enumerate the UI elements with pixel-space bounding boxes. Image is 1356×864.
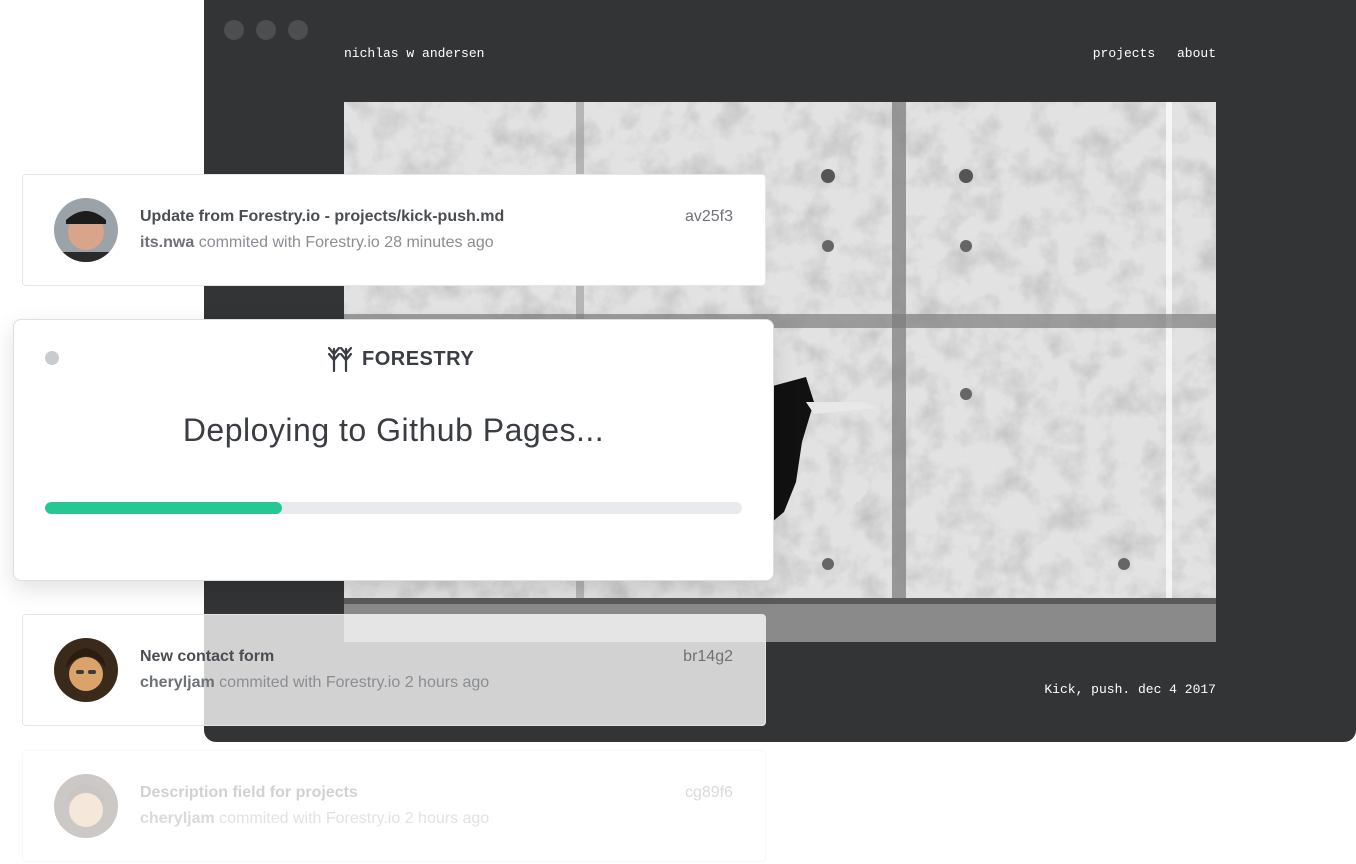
nav-link-about[interactable]: about bbox=[1177, 46, 1216, 61]
deploy-progress-bar bbox=[45, 502, 742, 514]
commit-detail: commited with Forestry.io 2 hours ago bbox=[219, 810, 490, 827]
commit-meta: its.nwa commited with Forestry.io 28 min… bbox=[140, 234, 494, 252]
commit-title: New contact form bbox=[140, 648, 275, 665]
logo-text: FORESTRY bbox=[362, 347, 475, 370]
avatar bbox=[54, 198, 118, 262]
avatar bbox=[54, 774, 118, 838]
commit-hash[interactable]: br14g2 bbox=[683, 648, 733, 666]
post-caption: Kick, push. dec 4 2017 bbox=[1044, 682, 1216, 697]
window-close-dot[interactable] bbox=[224, 20, 244, 40]
deploy-status-title: Deploying to Github Pages... bbox=[182, 412, 605, 448]
modal-status-dot bbox=[45, 351, 59, 365]
site-brand[interactable]: nichlas w andersen bbox=[344, 46, 484, 61]
commit-author[interactable]: its.nwa bbox=[140, 234, 194, 251]
commit-card[interactable]: New contact form cheryljam commited with… bbox=[22, 614, 766, 726]
window-minimize-dot[interactable] bbox=[256, 20, 276, 40]
commit-card[interactable]: Update from Forestry.io - projects/kick-… bbox=[22, 174, 766, 286]
commit-author[interactable]: cheryljam bbox=[140, 810, 215, 827]
commit-title: Description field for projects bbox=[140, 784, 358, 801]
deploy-progress-fill bbox=[45, 502, 282, 514]
commit-hash[interactable]: av25f3 bbox=[685, 208, 733, 226]
commit-meta: cheryljam commited with Forestry.io 2 ho… bbox=[140, 810, 489, 828]
commit-card[interactable]: Description field for projects cheryljam… bbox=[22, 750, 766, 862]
commit-hash[interactable]: cg89f6 bbox=[685, 784, 733, 802]
forestry-trees-icon bbox=[327, 346, 353, 373]
commit-meta: cheryljam commited with Forestry.io 2 ho… bbox=[140, 674, 489, 692]
commit-title: Update from Forestry.io - projects/kick-… bbox=[140, 208, 505, 225]
commit-detail: commited with Forestry.io 2 hours ago bbox=[219, 674, 490, 691]
commit-detail: commited with Forestry.io 28 minutes ago bbox=[198, 234, 494, 251]
deploy-modal: FORESTRY Deploying to Github Pages... bbox=[13, 319, 774, 581]
nav-link-projects[interactable]: projects bbox=[1093, 46, 1155, 61]
window-maximize-dot[interactable] bbox=[288, 20, 308, 40]
site-nav: projects about bbox=[1079, 46, 1216, 61]
forestry-logo: FORESTRY bbox=[326, 344, 474, 374]
commit-author[interactable]: cheryljam bbox=[140, 674, 215, 691]
avatar bbox=[54, 638, 118, 702]
